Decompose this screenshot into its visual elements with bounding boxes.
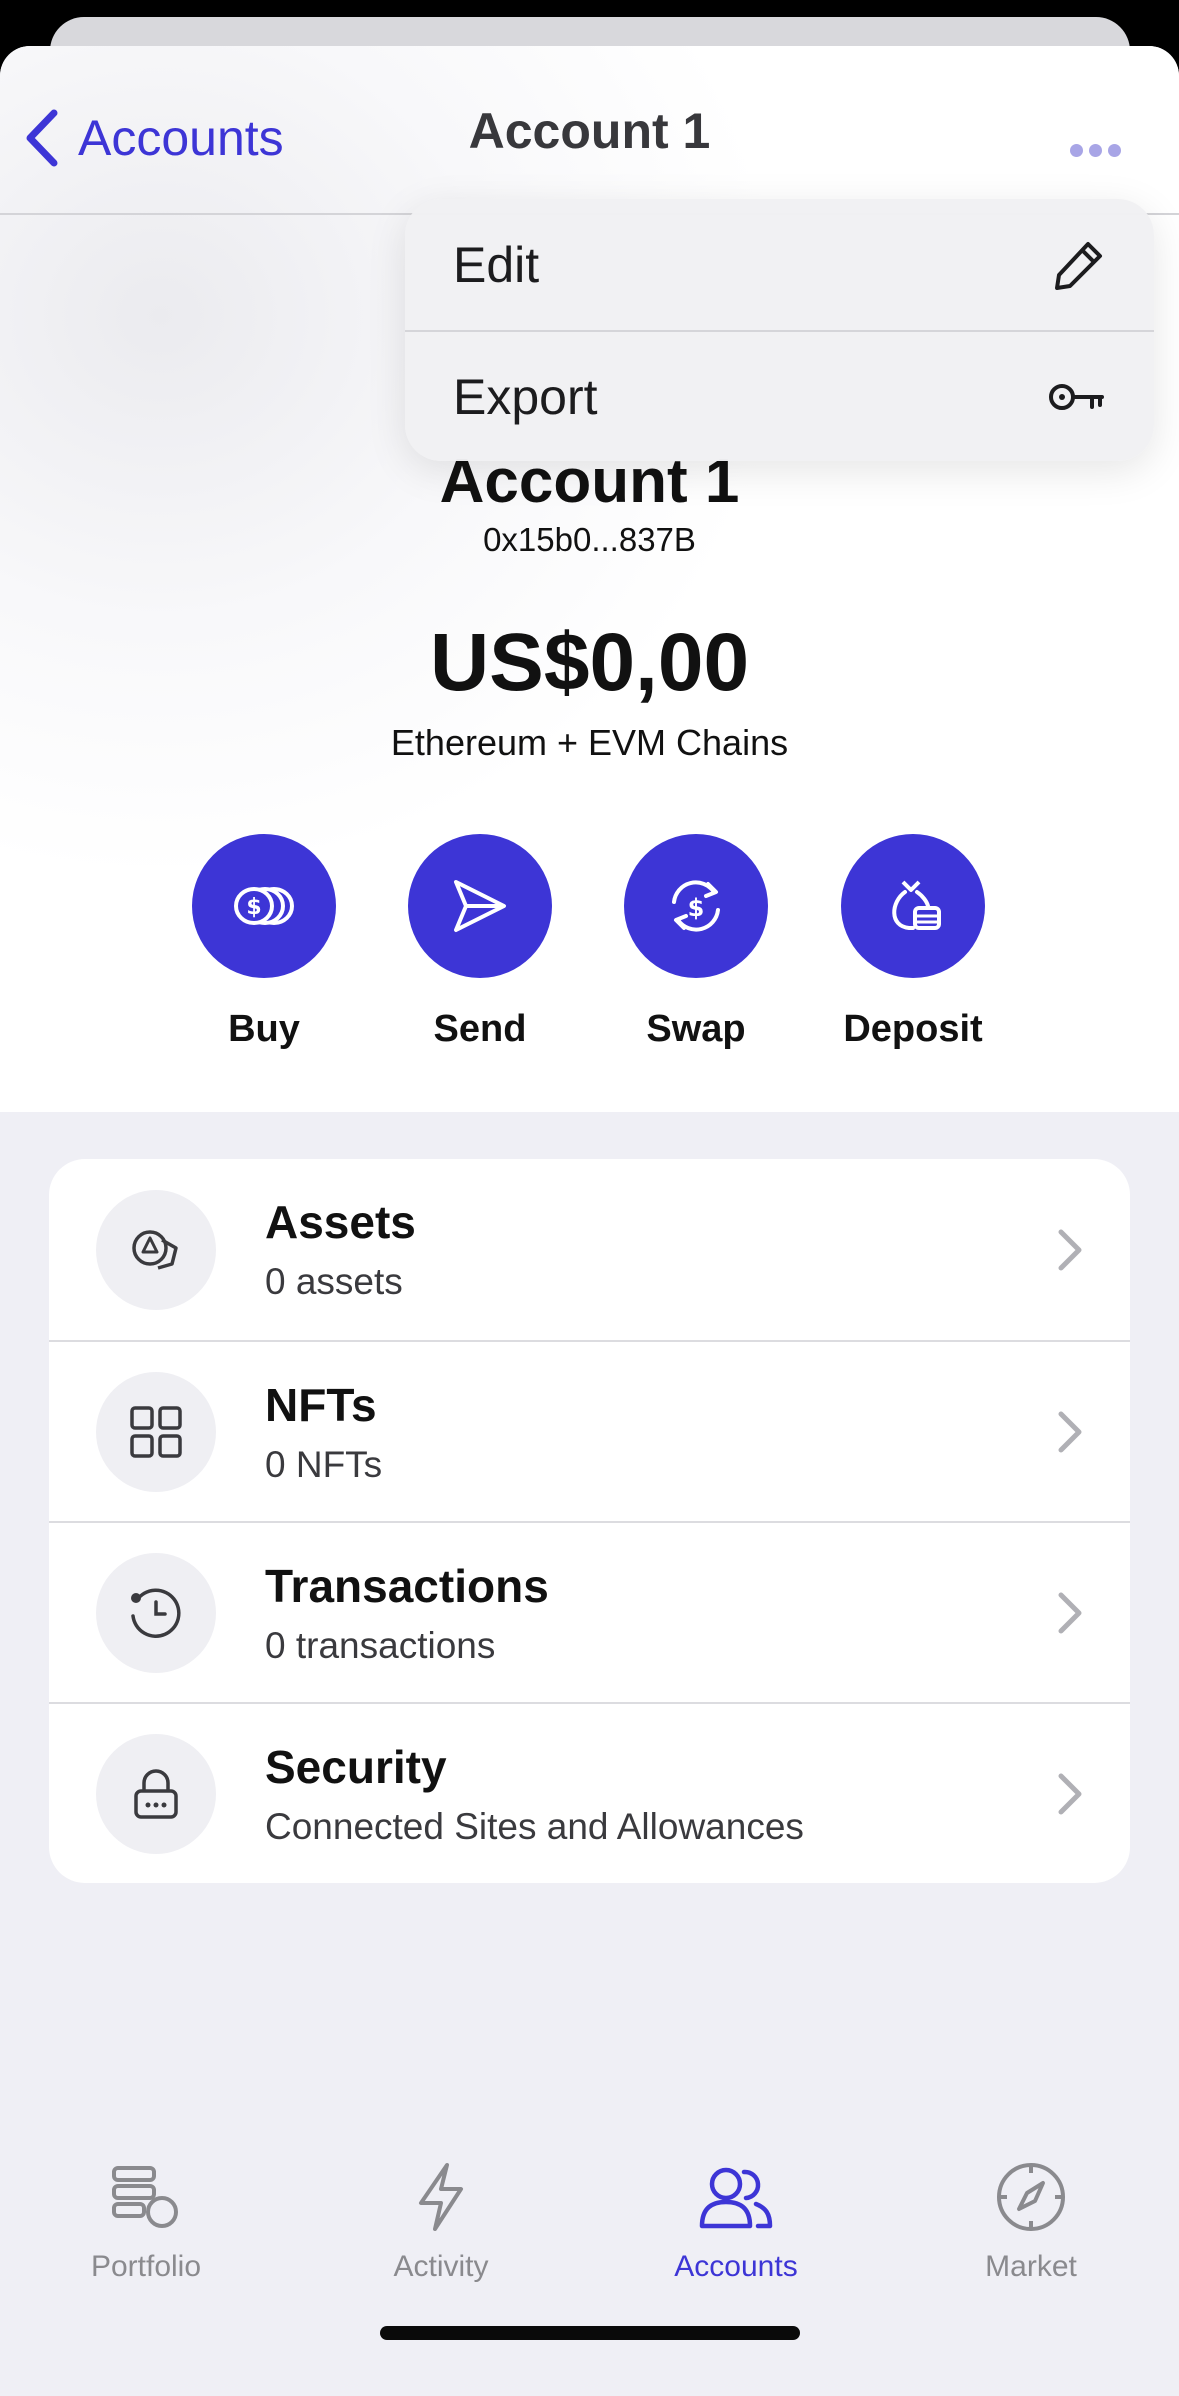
assets-icon [132,1229,178,1270]
account-balance: US$0,00 [429,617,750,708]
chevron-left-icon [26,109,58,167]
account-sections-list: Assets 0 assets NFTs 0 NFTs Transactions… [49,1159,1130,1883]
back-button[interactable]: Accounts [24,98,284,178]
money-bag-icon [892,880,941,930]
menu-item-label: Edit [453,236,540,293]
list-item-text: Transactions 0 transactions [265,1559,549,1667]
list-item-subtitle: Connected Sites and Allowances [265,1806,804,1847]
list-item-title: Assets [265,1196,416,1248]
screen: Accounts Account 1 Edit Export Account 1… [0,0,1179,2396]
nav-bar: Accounts Account 1 [0,46,1179,215]
more-options-button[interactable] [1060,123,1130,177]
list-item-title: NFTs [265,1379,377,1431]
tab-label: Activity [393,2250,489,2283]
buy-label: Buy [228,1008,300,1050]
tab-label: Portfolio [90,2250,202,2283]
tab-bar: Portfolio Activity Accounts Market [0,2154,1179,2294]
lightning-icon-wrap [321,2154,561,2240]
network-label: Ethereum + EVM Chains [390,722,789,763]
more-dot-icon [1107,143,1121,157]
grid-icon [130,1405,182,1458]
currency-swap-icon: $ [672,880,720,932]
lock-icon [134,1768,178,1819]
send-label: Send [433,1008,527,1050]
deposit-label: Deposit [843,1008,983,1050]
lock-icon-circle [96,1733,216,1854]
deposit-circle [841,834,985,978]
chevron-right-icon [1058,1773,1082,1814]
list-item-text: Assets 0 assets [265,1195,416,1303]
back-label: Accounts [78,110,284,166]
menu-item-export[interactable]: Export [405,330,1154,461]
list-item-subtitle: 0 transactions [265,1625,496,1666]
svg-text:$: $ [246,895,261,920]
lightning-icon [419,2163,463,2231]
grid-icon-circle [96,1371,216,1492]
more-dot-icon [1088,143,1102,157]
tab-accounts[interactable]: Accounts [616,2154,856,2284]
portfolio-icon [112,2166,178,2228]
tab-activity[interactable]: Activity [321,2154,561,2284]
menu-item-edit[interactable]: Edit [405,199,1154,330]
chevron-right-icon [1058,1229,1082,1270]
swap-label: Swap [646,1008,746,1050]
swap-circle: $ [624,834,768,978]
list-item-title: Security [265,1741,447,1793]
options-menu: Edit Export [405,199,1154,461]
list-item-text: Security Connected Sites and Allowances [265,1740,804,1848]
tab-label: Market [985,2250,1077,2283]
account-address[interactable]: 0x15b0...837B [0,521,1179,559]
key-icon [1049,383,1104,410]
send-button[interactable]: Send [370,834,590,1051]
svg-text:$: $ [688,894,705,922]
compass-icon-wrap [911,2154,1151,2240]
buy-button[interactable]: $ Buy [154,834,374,1051]
chevron-right-icon [1058,1411,1082,1452]
tab-portfolio[interactable]: Portfolio [26,2154,266,2284]
buy-circle: $ [192,834,336,978]
assets-icon-circle [96,1189,216,1310]
users-icon-wrap [616,2154,856,2240]
paper-plane-icon [454,880,506,932]
list-item-transactions[interactable]: Transactions 0 transactions [49,1521,1130,1702]
send-circle [408,834,552,978]
tab-label: Accounts [674,2250,798,2283]
list-item-text: NFTs 0 NFTs [265,1378,382,1486]
menu-item-label: Export [453,368,598,425]
account-sheet: Accounts Account 1 Edit Export Account 1… [0,46,1179,2396]
more-dot-icon [1069,143,1083,157]
list-item-assets[interactable]: Assets 0 assets [49,1159,1130,1340]
list-item-nfts[interactable]: NFTs 0 NFTs [49,1340,1130,1521]
tab-market[interactable]: Market [911,2154,1151,2284]
users-icon [699,2167,773,2229]
action-buttons: $ Buy Send $ Swap Deposit [0,834,1179,1094]
list-item-subtitle: 0 NFTs [265,1444,383,1485]
list-item-subtitle: 0 assets [265,1261,403,1302]
chevron-right-icon [1058,1592,1082,1633]
compass-icon [997,2163,1065,2231]
history-icon [131,1588,181,1638]
deposit-button[interactable]: Deposit [803,834,1023,1051]
pencil-icon [1055,241,1102,290]
list-item-security[interactable]: Security Connected Sites and Allowances [49,1702,1130,1883]
list-item-title: Transactions [265,1560,549,1612]
portfolio-icon-wrap [26,2154,266,2240]
home-indicator [380,2326,800,2340]
history-icon-circle [96,1552,216,1673]
coins-icon: $ [234,887,294,925]
swap-button[interactable]: $ Swap [586,834,806,1051]
